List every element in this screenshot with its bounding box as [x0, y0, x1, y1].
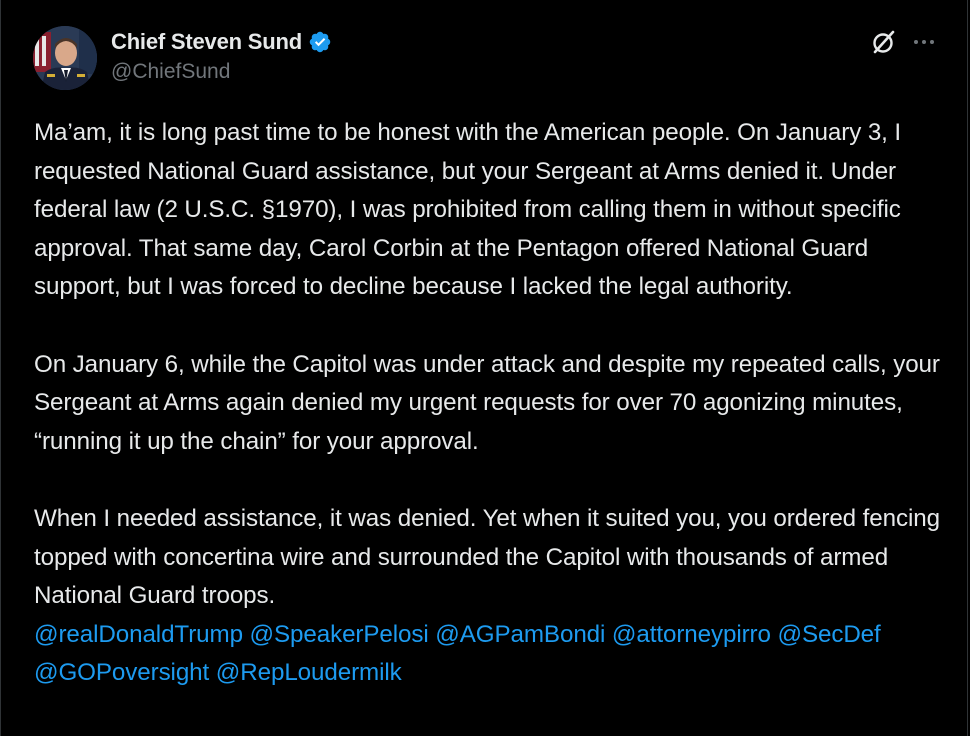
verified-badge-icon[interactable]: [308, 30, 332, 54]
post-paragraph: When I needed assistance, it was denied.…: [34, 504, 940, 610]
more-options-icon[interactable]: [911, 30, 937, 54]
mention-link[interactable]: @SecDef: [777, 621, 880, 648]
mention-link[interactable]: @RepLoudermilk: [216, 659, 402, 686]
author-name-row[interactable]: Chief Steven Sund: [111, 28, 332, 56]
mention-link[interactable]: @attorneypirro: [612, 621, 771, 648]
mention-link[interactable]: @AGPamBondi: [435, 621, 605, 648]
post-paragraph: On January 6, while the Capitol was unde…: [34, 350, 940, 455]
grok-icon[interactable]: [871, 29, 897, 55]
avatar-image: [33, 26, 97, 90]
post-card: Chief Steven Sund @ChiefSund Ma’am, it i…: [0, 0, 968, 736]
mention-link[interactable]: @GOPoversight: [34, 659, 209, 686]
author-handle[interactable]: @ChiefSund: [111, 60, 230, 84]
post-paragraph: Ma’am, it is long past time to be honest…: [34, 119, 902, 301]
post-body: Ma’am, it is long past time to be honest…: [34, 114, 949, 693]
mention-link[interactable]: @realDonaldTrump: [34, 621, 243, 648]
mentions-line: @realDonaldTrump @SpeakerPelosi @AGPamBo…: [34, 616, 949, 693]
avatar[interactable]: [33, 26, 97, 90]
mention-link[interactable]: @SpeakerPelosi: [250, 621, 429, 648]
author-display-name[interactable]: Chief Steven Sund: [111, 29, 302, 55]
